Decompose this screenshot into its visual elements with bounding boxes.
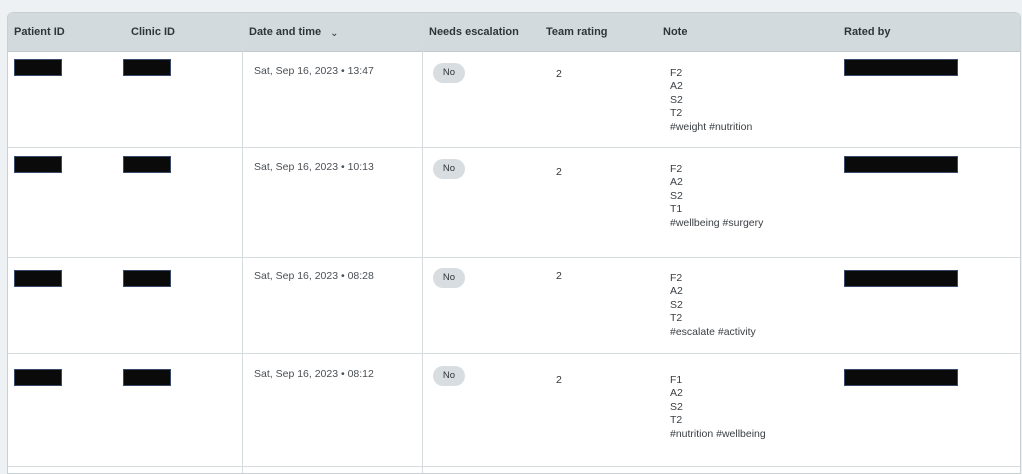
escalation-badge: No — [433, 366, 465, 386]
note-line: T1 — [670, 203, 683, 216]
note-line: F2 — [670, 272, 683, 284]
team-rating-value: 2 — [556, 166, 562, 178]
row-datetime: Sat, Sep 16, 2023 • 10:13 — [254, 161, 374, 173]
escalation-badge: No — [433, 63, 465, 83]
note-line: A2 — [670, 176, 683, 189]
team-rating-value: 2 — [556, 68, 562, 80]
column-header-clinic-id[interactable]: Clinic ID — [131, 13, 175, 51]
row-datetime: Sat, Sep 16, 2023 • 08:12 — [254, 368, 374, 380]
note-line: A2 — [670, 285, 683, 298]
note-text: F2 A2 S2 T2 #weight #nutrition — [670, 67, 752, 134]
note-line: T2 — [670, 312, 683, 325]
redacted-patient-id — [14, 156, 62, 173]
note-line: F1 — [670, 374, 683, 386]
note-line: A2 — [670, 387, 683, 400]
redacted-rated-by — [844, 270, 958, 287]
team-rating-value: 2 — [556, 270, 562, 282]
escalation-badge: No — [433, 268, 465, 288]
column-header-date-time[interactable]: Date and time ⌄ — [249, 13, 339, 51]
chevron-down-icon[interactable]: ⌄ — [330, 15, 338, 53]
note-tags: #escalate #activity — [670, 325, 756, 338]
note-line: T2 — [670, 414, 683, 427]
ratings-table: Patient ID Clinic ID Date and time ⌄ Need… — [7, 12, 1021, 474]
column-header-rated-by[interactable]: Rated by — [844, 13, 890, 51]
column-header-team-rating[interactable]: Team rating — [546, 13, 608, 51]
note-text: F2 A2 S2 T2 #escalate #activity — [670, 272, 756, 339]
table-row[interactable]: Sat, Sep 16, 2023 • 08:28 No 2 F2 A2 S2 T2 #… — [8, 258, 1020, 354]
redacted-clinic-id — [123, 270, 171, 287]
column-header-date-time-label: Date and time — [249, 26, 322, 38]
table-header: Patient ID Clinic ID Date and time ⌄ Need… — [8, 13, 1020, 52]
note-text: F1 A2 S2 T2 #nutrition #wellbeing — [670, 374, 766, 441]
note-tags: #weight #nutrition — [670, 120, 753, 133]
table-row[interactable]: Sat, Sep 16, 2023 • 13:47 No 2 F2 A2 S2 T2 #… — [8, 52, 1020, 148]
redacted-patient-id — [14, 270, 62, 287]
row-datetime: Sat, Sep 16, 2023 • 08:28 — [254, 270, 374, 282]
table-row[interactable]: Sat, Sep 16, 2023 • 08:12 No 2 F1 A2 S2 T2 #… — [8, 354, 1020, 467]
team-rating-value: 2 — [556, 374, 562, 386]
note-line: S2 — [670, 298, 683, 311]
column-header-note[interactable]: Note — [663, 13, 687, 51]
escalation-badge: No — [433, 159, 465, 179]
note-line: S2 — [670, 189, 683, 202]
note-text: F2 A2 S2 T1 #wellbeing #surgery — [670, 163, 763, 230]
redacted-clinic-id — [123, 369, 171, 386]
note-line: F2 — [670, 163, 683, 175]
note-line: A2 — [670, 80, 683, 93]
column-header-needs-escalation[interactable]: Needs escalation — [429, 13, 519, 51]
redacted-clinic-id — [123, 59, 171, 76]
note-line: F2 — [670, 67, 683, 79]
note-tags: #nutrition #wellbeing — [670, 427, 766, 440]
redacted-patient-id — [14, 59, 62, 76]
redacted-patient-id — [14, 369, 62, 386]
redacted-rated-by — [844, 156, 958, 173]
table-row[interactable]: Sat, Sep 16, 2023 • 10:13 No 2 F2 A2 S2 T1 #… — [8, 148, 1020, 258]
note-line: T2 — [670, 107, 683, 120]
redacted-rated-by — [844, 59, 958, 76]
note-tags: #wellbeing #surgery — [670, 216, 764, 229]
row-datetime: Sat, Sep 16, 2023 • 13:47 — [254, 65, 374, 77]
column-header-patient-id[interactable]: Patient ID — [14, 13, 65, 51]
note-line: S2 — [670, 400, 683, 413]
redacted-rated-by — [844, 369, 958, 386]
redacted-clinic-id — [123, 156, 171, 173]
note-line: S2 — [670, 93, 683, 106]
